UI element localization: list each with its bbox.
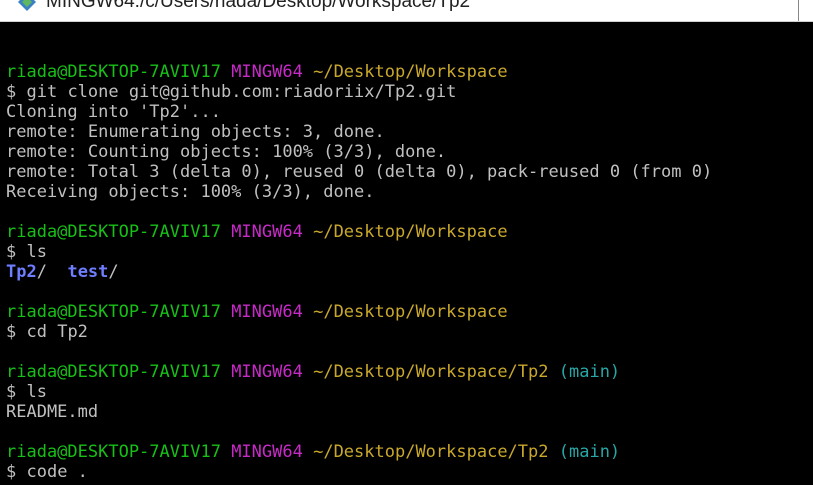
prompt-symbol: $ [6, 462, 17, 482]
command-line[interactable]: $ code . [6, 462, 712, 482]
prompt-env: MINGW64 [231, 362, 303, 382]
output-line: remote: Counting objects: 100% (3/3), do… [6, 142, 447, 162]
prompt-path: ~/Desktop/Workspace [313, 302, 508, 322]
prompt-path: ~/Desktop/Workspace [313, 222, 508, 242]
prompt-user: riada@DESKTOP-7AVIV17 [6, 302, 221, 322]
prompt-user: riada@DESKTOP-7AVIV17 [6, 362, 221, 382]
prompt-user: riada@DESKTOP-7AVIV17 [6, 62, 221, 82]
prompt-path: ~/Desktop/Workspace/Tp2 [313, 362, 549, 382]
prompt-env: MINGW64 [231, 442, 303, 462]
output-line: remote: Total 3 (delta 0), reused 0 (del… [6, 162, 713, 182]
output-line: Receiving objects: 100% (3/3), done. [6, 182, 375, 202]
prompt-symbol: $ [6, 242, 17, 262]
scrollbar[interactable] [799, 22, 813, 485]
directory-entry: test [67, 262, 109, 282]
window-edge [798, 0, 813, 21]
prompt-env: MINGW64 [231, 302, 303, 322]
terminal-output: riada@DESKTOP-7AVIV17 MINGW64 ~/Desktop/… [6, 42, 712, 482]
prompt-symbol: $ [6, 322, 17, 342]
command-text: git clone git@github.com:riadoriix/Tp2.g… [26, 82, 457, 102]
window-title: MINGW64:/c/Users/riada/Desktop/Workspace… [46, 0, 471, 12]
prompt-line: riada@DESKTOP-7AVIV17 MINGW64 ~/Desktop/… [6, 62, 712, 82]
prompt-symbol: $ [6, 382, 17, 402]
prompt-path: ~/Desktop/Workspace/Tp2 [313, 442, 549, 462]
title-bar: MINGW64:/c/Users/riada/Desktop/Workspace… [0, 0, 813, 22]
command-line: $ ls [6, 382, 712, 402]
ls-output-line: Tp2/ test/ [6, 262, 712, 282]
prompt-symbol: $ [6, 82, 17, 102]
git-branch: (main) [558, 442, 621, 462]
prompt-path: ~/Desktop/Workspace [313, 62, 508, 82]
command-line: $ git clone git@github.com:riadoriix/Tp2… [6, 82, 712, 102]
prompt-user: riada@DESKTOP-7AVIV17 [6, 222, 221, 242]
git-branch: (main) [558, 362, 621, 382]
command-text: ls [26, 382, 47, 402]
prompt-line: riada@DESKTOP-7AVIV17 MINGW64 ~/Desktop/… [6, 442, 712, 462]
command-text: cd Tp2 [26, 322, 88, 342]
prompt-env: MINGW64 [231, 62, 303, 82]
terminal-area[interactable]: riada@DESKTOP-7AVIV17 MINGW64 ~/Desktop/… [0, 22, 813, 485]
directory-entry: Tp2 [6, 262, 37, 282]
ls-output-line: README.md [6, 402, 99, 422]
output-line: Cloning into 'Tp2'... [6, 102, 221, 122]
output-line: remote: Enumerating objects: 3, done. [6, 122, 385, 142]
prompt-env: MINGW64 [231, 222, 303, 242]
prompt-line: riada@DESKTOP-7AVIV17 MINGW64 ~/Desktop/… [6, 222, 712, 242]
prompt-line: riada@DESKTOP-7AVIV17 MINGW64 ~/Desktop/… [6, 362, 712, 382]
command-line: $ ls [6, 242, 712, 262]
directory-suffix: / [108, 262, 119, 282]
command-text: code . [26, 462, 88, 482]
command-line: $ cd Tp2 [6, 322, 712, 342]
prompt-line: riada@DESKTOP-7AVIV17 MINGW64 ~/Desktop/… [6, 302, 712, 322]
prompt-user: riada@DESKTOP-7AVIV17 [6, 442, 221, 462]
command-text: ls [26, 242, 47, 262]
directory-suffix: / [36, 262, 47, 282]
git-bash-icon [18, 0, 36, 11]
